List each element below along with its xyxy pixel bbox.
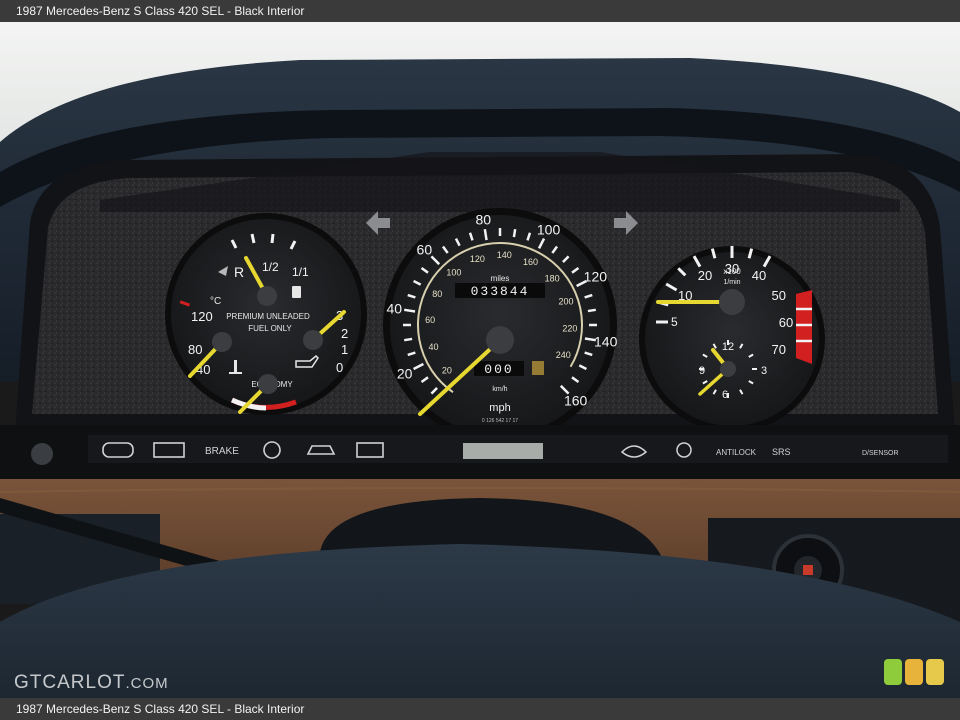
fuel-pump-icon [292, 286, 301, 298]
speedo-tick [587, 308, 597, 313]
brake-label: BRAKE [205, 446, 239, 457]
speedo-tick [512, 228, 517, 238]
kmh-label: km/h [492, 386, 507, 393]
fuel-hub [257, 286, 277, 306]
tach-unit-1: x100 [723, 267, 741, 276]
oil-mark-1: 1 [341, 342, 348, 357]
watermark-suffix: .COM [125, 675, 169, 692]
tach-hub [719, 289, 745, 315]
watermark: GTCARLOT.COM [14, 672, 169, 694]
fuel-mark-r: R [234, 264, 244, 280]
odometer: 033844 [471, 284, 530, 299]
temp-mark-120: 120 [191, 309, 213, 324]
temp-mark-80: 80 [188, 342, 202, 357]
clock-6: 6 [722, 389, 728, 401]
speedo-tick [403, 337, 413, 342]
mph-mark-140: 140 [594, 334, 618, 350]
trip-odometer: 000 [484, 362, 513, 377]
kmh-mark-200: 200 [558, 297, 573, 307]
antilock-label: ANTILOCK [716, 448, 757, 457]
clock-hub [720, 361, 736, 377]
kmh-mark-80: 80 [432, 289, 442, 299]
tach-mark-60: 60 [779, 315, 793, 330]
tach-redline [796, 290, 812, 364]
caption-text: 1987 Mercedes-Benz S Class 420 SEL - Bla… [16, 4, 305, 18]
tach-mark-20: 20 [698, 268, 712, 283]
mph-mark-60: 60 [417, 241, 433, 257]
kmh-mark-40: 40 [429, 342, 439, 352]
kmh-mark-120: 120 [470, 254, 485, 264]
tach-unit-2: 1/min [723, 279, 740, 286]
speedo-small-print: 0 126 542 17 17 [482, 418, 518, 424]
miles-label: miles [491, 274, 510, 283]
kmh-mark-140: 140 [497, 250, 512, 260]
temp-unit: °C [210, 296, 221, 307]
mph-mark-20: 20 [397, 366, 413, 382]
tachometer: 1020 30 40506070 5 x100 1/min 12 3 6 9 [639, 246, 825, 432]
srs-label: SRS [772, 447, 791, 457]
kmh-mark-20: 20 [442, 366, 452, 376]
fuel-mark-full: 1/1 [292, 265, 309, 279]
kmh-mark-180: 180 [545, 273, 560, 283]
kmh-mark-60: 60 [425, 315, 435, 325]
kmh-mark-100: 100 [446, 267, 461, 277]
speedo-tick [483, 228, 488, 241]
speedometer: 20 40 60 80 100 120 140 160 20 40 60 80 100 120 140 16… [383, 208, 618, 442]
oil-mark-0: 0 [336, 360, 343, 375]
tach-mark-70: 70 [772, 342, 786, 357]
kmh-mark-160: 160 [523, 257, 538, 267]
mph-mark-100: 100 [537, 222, 561, 238]
economy-hub [258, 374, 278, 394]
reset-knob [31, 443, 53, 465]
fuel-mark-half: 1/2 [262, 260, 279, 274]
trip-reset-knob [532, 361, 544, 375]
badge-green [884, 659, 902, 685]
kmh-mark-240: 240 [556, 350, 571, 360]
combination-gauge: R 1/2 1/1 PREMIUM UNLEADED FUEL ONLY °C … [165, 213, 367, 415]
kmh-mark-220: 220 [562, 324, 577, 334]
mph-mark-120: 120 [584, 268, 608, 284]
fuel-text-1: PREMIUM UNLEADED [226, 312, 310, 321]
oil-mark-2: 2 [341, 326, 348, 341]
speedo-tick [403, 308, 416, 313]
dashboard-photo: R 1/2 1/1 PREMIUM UNLEADED FUEL ONLY °C … [0, 22, 960, 698]
clock-9: 9 [699, 365, 705, 377]
clock-3: 3 [761, 365, 767, 377]
badge-yellow [926, 659, 944, 685]
badge-orange [905, 659, 923, 685]
tach-mark-5: 5 [671, 315, 678, 329]
tach-mark-40: 40 [752, 268, 766, 283]
mph-label: mph [489, 402, 510, 414]
caption-bar-top: 1987 Mercedes-Benz S Class 420 SEL - Bla… [0, 0, 960, 22]
caption-bar-bottom: 1987 Mercedes-Benz S Class 420 SEL - Bla… [0, 698, 960, 720]
mph-mark-160: 160 [564, 393, 588, 409]
mph-mark-80: 80 [475, 211, 491, 227]
tach-mark-50: 50 [772, 288, 786, 303]
sensor-label: D/SENSOR [862, 450, 899, 457]
mph-mark-40: 40 [387, 300, 403, 316]
oil-hub [303, 330, 323, 350]
caption-text-bottom: 1987 Mercedes-Benz S Class 420 SEL - Bla… [16, 702, 305, 716]
watermark-brand: GTCARLOT [14, 672, 126, 693]
rating-badge-icon [884, 659, 946, 687]
fuel-text-2: FUEL ONLY [248, 324, 292, 333]
temp-hub [212, 332, 232, 352]
speedo-hub [486, 326, 514, 354]
display-window [463, 443, 543, 459]
clock-12: 12 [722, 341, 734, 353]
